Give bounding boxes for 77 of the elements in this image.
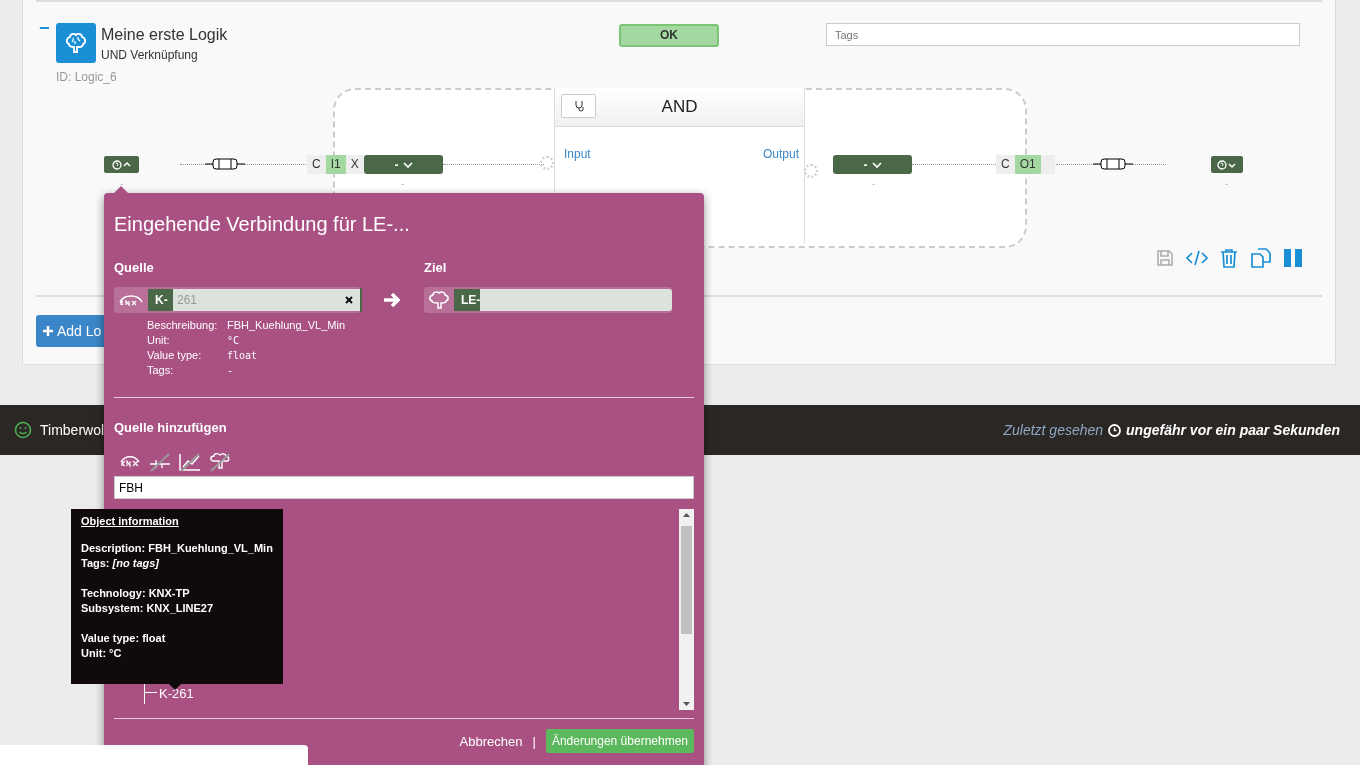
help-caret-icon (1217, 159, 1237, 170)
endpoint-value: - (1225, 178, 1229, 189)
separator: | (532, 733, 536, 749)
caret-icon (871, 160, 882, 169)
detail-value: °C (227, 334, 241, 347)
endpoint-value: - (120, 178, 124, 189)
fuse-icon (205, 158, 245, 170)
brain-icon (56, 23, 96, 63)
detail-label: Tags: (147, 364, 175, 377)
detail-label: Unit: (147, 334, 171, 347)
caret-icon (402, 160, 413, 169)
port-label: O1 (1014, 155, 1041, 174)
dialog-title: Eingehende Verbindung für LE-... (114, 213, 411, 236)
last-seen-value: ungefähr vor ein paar Sekunden (1126, 422, 1340, 438)
output-label: Output (762, 147, 799, 161)
input-label: Input (564, 147, 591, 161)
tooltip-line: Description: FBH_Kuehlung_VL_Min (81, 541, 273, 556)
source-tag: K- (148, 289, 173, 311)
knx-icon (118, 294, 144, 306)
detail-value: - (227, 364, 235, 377)
fuse-icon (1093, 158, 1133, 170)
filter-toggle[interactable] (178, 452, 202, 472)
stethoscope-button[interactable] (561, 94, 596, 118)
logic-subtitle: UND Verknüpfung (101, 48, 199, 62)
detail-value: FBH_Kuehlung_VL_Min (227, 319, 347, 332)
target-picker[interactable]: LE- (424, 287, 672, 313)
tooltip-line: Value type: float (81, 631, 167, 646)
scrollbar[interactable] (679, 509, 694, 710)
logic-title: Meine erste Logik (101, 26, 228, 44)
logic-id: ID: Logic_6 (56, 70, 118, 84)
source-field[interactable]: 261 (173, 289, 360, 311)
endpoint-button[interactable] (104, 156, 139, 173)
add-logic-button[interactable]: Add Lo (36, 315, 104, 347)
port-label: I1 (325, 155, 346, 174)
source-label: Quelle (114, 260, 155, 275)
port-label: C (311, 156, 322, 173)
trash-icon[interactable] (1220, 248, 1238, 268)
section-title: Quelle hinzufügen (114, 420, 228, 435)
clock-icon (1108, 423, 1122, 437)
port-connector (804, 164, 818, 178)
smiley-icon (14, 421, 32, 439)
port-label: X (349, 156, 360, 173)
copy-icon[interactable] (1250, 248, 1272, 268)
port-value: - (401, 178, 405, 189)
tooltip-line: Subsystem: KNX_LINE27 (81, 601, 215, 616)
help-caret-icon (111, 159, 132, 170)
tooltip-line: Tags: [no tags] (81, 556, 161, 571)
tooltip-line: Unit: °C (81, 646, 123, 661)
tooltip-title: Object information (81, 515, 180, 527)
detail-label: Value type: (147, 349, 203, 362)
brain-icon (428, 290, 450, 310)
port-label: C (1000, 156, 1011, 173)
tooltip-line: Technology: KNX-TP (81, 586, 191, 601)
search-field[interactable]: FBH (114, 476, 694, 499)
port-dropdown[interactable]: - (833, 155, 912, 174)
filter-toggle[interactable] (208, 452, 232, 472)
status-badge: OK (619, 24, 719, 47)
target-label: Ziel (424, 260, 448, 275)
pause-icon[interactable] (1284, 249, 1302, 267)
last-seen-label: Zuletzt gesehen (1003, 422, 1104, 438)
plus-icon (43, 326, 53, 336)
stethoscope-icon (572, 100, 585, 112)
cancel-link[interactable]: Abbrechen (459, 733, 523, 749)
detail-value: float (227, 349, 259, 362)
detail-label: Beschreibung: (147, 319, 219, 332)
port-value: - (872, 178, 876, 189)
arrow-icon (382, 291, 402, 309)
target-tag: LE- (454, 289, 480, 311)
tree-item[interactable]: K-261 (159, 685, 194, 701)
code-icon[interactable] (1186, 249, 1208, 267)
port-dropdown[interactable]: - (364, 155, 443, 174)
tags-field[interactable]: Tags (826, 23, 1300, 46)
server-name: Timberwol (40, 422, 105, 438)
block-name: AND (661, 97, 698, 117)
filter-toggle[interactable] (148, 452, 172, 472)
collapse-button[interactable]: − (39, 18, 50, 38)
endpoint-button[interactable] (1211, 156, 1243, 173)
